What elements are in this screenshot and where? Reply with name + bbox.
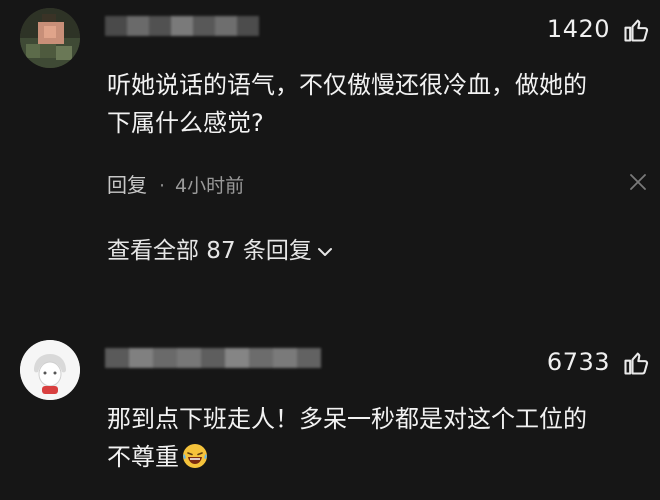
comment-item: 1420 听她说话的语气，不仅傲慢还很冷血，做她的 下属什么感觉? 回复 · 4小时… — [0, 0, 660, 270]
comment-text-line: 下属什么感觉? — [107, 109, 264, 137]
comment-text-line: 不尊重 — [107, 443, 179, 471]
username-mosaic — [105, 16, 259, 36]
separator-dot: · — [159, 175, 166, 197]
comment-text: 听她说话的语气，不仅傲慢还很冷血，做她的 下属什么感觉? — [107, 66, 652, 142]
comment-text-line: 听她说话的语气，不仅傲慢还很冷血，做她的 — [107, 71, 587, 99]
thumbs-up-icon[interactable] — [622, 349, 650, 377]
username-mosaic — [105, 348, 321, 368]
comment-text: 那到点下班走人！多呆一秒都是对这个工位的 不尊重 — [107, 400, 652, 476]
reply-button[interactable]: 回复 — [107, 173, 147, 197]
view-all-replies-button[interactable]: 查看全部 87 条回复 — [107, 231, 334, 265]
username-blurred[interactable] — [105, 344, 325, 372]
username-blurred[interactable] — [105, 12, 270, 40]
avatar-image — [20, 340, 80, 400]
comment-meta: 回复 · 4小时前 — [107, 169, 244, 198]
chevron-down-icon — [317, 247, 332, 256]
comment-text-line: 那到点下班走人！多呆一秒都是对这个工位的 — [107, 405, 587, 433]
comments-page: 1420 听她说话的语气，不仅傲慢还很冷血，做她的 下属什么感觉? 回复 · 4小时… — [0, 0, 660, 500]
avatar[interactable] — [20, 340, 80, 400]
avatar-image — [20, 8, 80, 68]
timestamp: 4小时前 — [175, 175, 245, 197]
like-count: 1420 — [546, 15, 610, 43]
like-count: 6733 — [546, 348, 610, 376]
avatar[interactable] — [20, 8, 80, 68]
comment-item: 6733 那到点下班走人！多呆一秒都是对这个工位的 不尊重 — [0, 330, 660, 500]
view-replies-label: 查看全部 87 条回复 — [107, 238, 312, 264]
thumbs-up-icon[interactable] — [622, 16, 650, 44]
laughing-tears-emoji-icon — [183, 444, 207, 468]
close-icon[interactable] — [628, 172, 648, 192]
comment-text-line-2: 不尊重 — [107, 438, 652, 476]
